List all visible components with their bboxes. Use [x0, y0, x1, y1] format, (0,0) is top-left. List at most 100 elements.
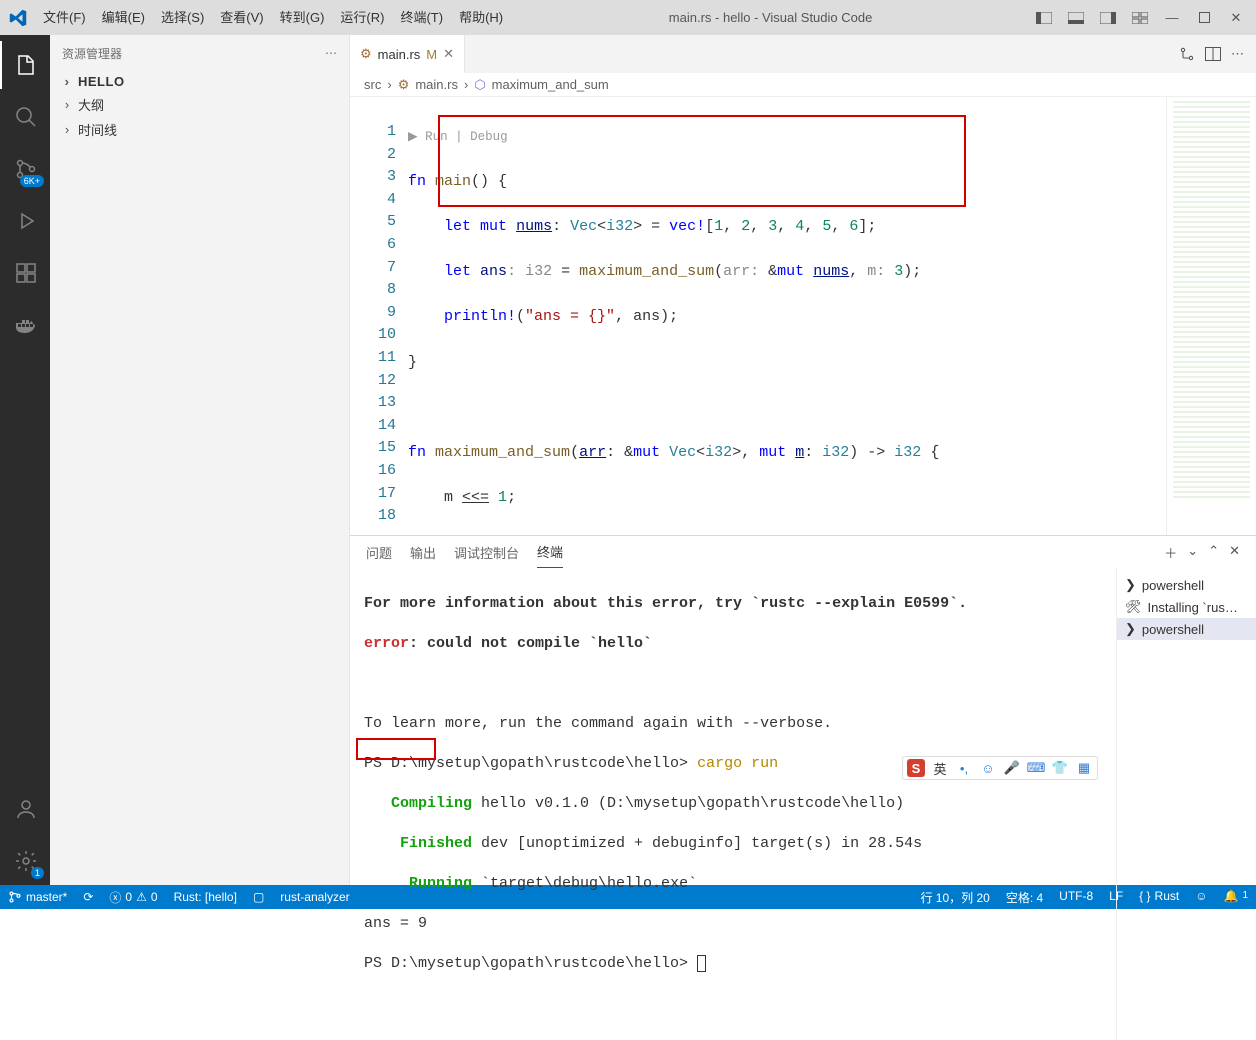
sidebar-folder-hello[interactable]: › HELLO — [50, 71, 349, 92]
status-warning-count: 0 — [151, 890, 158, 904]
layout-customize-icon[interactable] — [1126, 4, 1154, 32]
chevron-right-icon: › — [60, 74, 74, 89]
activity-search-icon[interactable] — [0, 93, 50, 141]
terminal-line: ans = 9 — [364, 914, 1102, 934]
status-branch-label: master* — [26, 890, 67, 904]
layout-panel-left-icon[interactable] — [1030, 4, 1058, 32]
menu-terminal[interactable]: 终端(T) — [392, 0, 451, 35]
sidebar-more-icon[interactable]: ⋯ — [325, 46, 337, 60]
terminal-icon: ❯ — [1125, 621, 1136, 637]
terminal-line: : could not compile `hello` — [409, 635, 652, 652]
terminal-output[interactable]: For more information about this error, t… — [350, 568, 1116, 1040]
ime-toolbar[interactable]: S 英 •, ☺ 🎤 ⌨ 👕 ▦ — [902, 756, 1098, 780]
activity-settings-icon[interactable]: 1 — [0, 837, 50, 885]
terminal-line: `target\debug\hello.exe` — [472, 875, 697, 892]
minimap[interactable] — [1166, 97, 1256, 535]
menu-bar: 文件(F) 编辑(E) 选择(S) 查看(V) 转到(G) 运行(R) 终端(T… — [35, 0, 511, 35]
symbol-icon: ⬡ — [474, 77, 485, 93]
window-maximize-icon[interactable] — [1190, 4, 1218, 32]
layout-panel-bottom-icon[interactable] — [1062, 4, 1090, 32]
window-close-icon[interactable]: ✕ — [1222, 4, 1250, 32]
menu-go[interactable]: 转到(G) — [272, 0, 333, 35]
terminal-line: Running — [364, 875, 472, 892]
panel-tab-problems[interactable]: 问题 — [366, 537, 392, 568]
line-number-gutter: 123456789101112131415161718 — [350, 97, 408, 535]
ime-emoji-icon[interactable]: ☺ — [979, 759, 997, 777]
activity-extensions-icon[interactable] — [0, 249, 50, 297]
status-problems[interactable]: ⓧ0 ⚠0 — [101, 885, 165, 909]
panel-tab-debug-console[interactable]: 调试控制台 — [454, 537, 519, 568]
ime-toolbox-icon[interactable]: ▦ — [1075, 759, 1093, 777]
terminal-dropdown-icon[interactable]: ⌄ — [1187, 537, 1198, 568]
activity-scm-icon[interactable]: 6K+ — [0, 145, 50, 193]
sidebar-label: 大纲 — [78, 95, 104, 114]
ime-lang-toggle[interactable]: 英 — [931, 759, 949, 777]
layout-panel-right-icon[interactable] — [1094, 4, 1122, 32]
tools-icon: 🛠 — [1125, 599, 1142, 615]
status-stop-icon[interactable]: ▢ — [245, 885, 272, 909]
scm-badge: 6K+ — [20, 175, 44, 187]
ime-keyboard-icon[interactable]: ⌨ — [1027, 759, 1045, 777]
chevron-right-icon: › — [60, 97, 74, 112]
editor-area: ⚙ main.rs M ✕ ⋯ src› ⚙main.rs› ⬡maximum_… — [350, 35, 1256, 885]
menu-help[interactable]: 帮助(H) — [451, 0, 511, 35]
breadcrumb-symbol[interactable]: maximum_and_sum — [492, 77, 609, 92]
terminal-session[interactable]: ❯powershell — [1117, 618, 1256, 640]
activity-explorer-icon[interactable] — [0, 41, 50, 89]
close-icon[interactable]: ✕ — [443, 46, 454, 62]
status-sync-icon[interactable]: ⟳ — [75, 885, 101, 909]
code-editor[interactable]: 123456789101112131415161718 ▶ Run | Debu… — [350, 97, 1256, 535]
compare-changes-icon[interactable] — [1179, 46, 1195, 62]
panel-tab-output[interactable]: 输出 — [410, 537, 436, 568]
activity-debug-icon[interactable] — [0, 197, 50, 245]
ime-punct-icon[interactable]: •, — [955, 759, 973, 777]
terminal-session[interactable]: 🛠Installing `rus… — [1117, 596, 1256, 618]
menu-run[interactable]: 运行(R) — [332, 0, 392, 35]
activity-account-icon[interactable] — [0, 785, 50, 833]
sidebar-label: 时间线 — [78, 120, 117, 139]
terminal-icon: ❯ — [1125, 577, 1136, 593]
sidebar-label: HELLO — [78, 74, 125, 89]
tab-modified-indicator: M — [426, 47, 437, 62]
status-branch[interactable]: master* — [0, 885, 75, 909]
maximize-panel-icon[interactable]: ⌃ — [1208, 537, 1219, 568]
breadcrumbs[interactable]: src› ⚙main.rs› ⬡maximum_and_sum — [350, 73, 1256, 97]
activity-docker-icon[interactable] — [0, 301, 50, 349]
ime-skin-icon[interactable]: 👕 — [1051, 759, 1069, 777]
sidebar-outline[interactable]: › 大纲 — [50, 92, 349, 117]
new-terminal-icon[interactable]: ＋ — [1164, 537, 1177, 568]
close-panel-icon[interactable]: ✕ — [1229, 537, 1240, 568]
code-content[interactable]: ▶ Run | Debug fn main() { let mut nums: … — [408, 97, 1166, 535]
rust-file-icon: ⚙ — [360, 46, 372, 62]
split-editor-icon[interactable] — [1205, 47, 1221, 61]
menu-view[interactable]: 查看(V) — [212, 0, 271, 35]
breadcrumb-file[interactable]: main.rs — [415, 77, 458, 92]
sogou-logo-icon: S — [907, 759, 925, 777]
breadcrumb-folder[interactable]: src — [364, 77, 381, 92]
terminal-session[interactable]: ❯ powershell — [1117, 574, 1256, 596]
menu-file[interactable]: 文件(F) — [35, 0, 94, 35]
terminal-session-label: powershell — [1142, 578, 1204, 593]
rust-file-icon: ⚙ — [398, 77, 410, 93]
sidebar-timeline[interactable]: › 时间线 — [50, 117, 349, 142]
status-rust-analyzer[interactable]: rust-analyzer — [272, 885, 357, 909]
more-icon[interactable]: ⋯ — [1231, 46, 1244, 62]
menu-selection[interactable]: 选择(S) — [153, 0, 212, 35]
bottom-panel: 问题 输出 调试控制台 终端 ＋ ⌄ ⌃ ✕ For more informat… — [350, 535, 1256, 885]
panel-tab-terminal[interactable]: 终端 — [537, 536, 563, 568]
terminal-line: hello v0.1.0 (D:\mysetup\gopath\rustcode… — [472, 795, 904, 812]
terminal-line: Compiling — [364, 795, 472, 812]
terminal-line: error — [364, 635, 409, 652]
sidebar-title: 资源管理器 — [62, 45, 122, 62]
chevron-right-icon: › — [60, 122, 74, 137]
status-rust-project[interactable]: Rust: [hello] — [166, 885, 245, 909]
vscode-logo-icon — [0, 9, 35, 27]
codelens-run-debug[interactable]: ▶ Run | Debug — [408, 126, 1166, 149]
window-minimize-icon[interactable]: ― — [1158, 4, 1186, 32]
panel-tabs: 问题 输出 调试控制台 终端 ＋ ⌄ ⌃ ✕ — [350, 536, 1256, 568]
tab-main-rs[interactable]: ⚙ main.rs M ✕ — [350, 35, 465, 73]
terminal-line: To learn more, run the command again wit… — [364, 714, 1102, 734]
menu-edit[interactable]: 编辑(E) — [94, 0, 153, 35]
ime-voice-icon[interactable]: 🎤 — [1003, 759, 1021, 777]
terminal-prompt: PS D:\mysetup\gopath\rustcode\hello> — [364, 955, 697, 972]
